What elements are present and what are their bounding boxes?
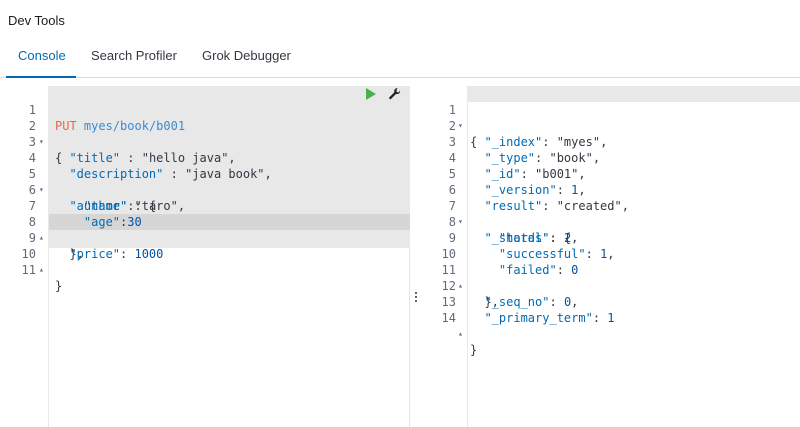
tab-search-profiler[interactable]: Search Profiler (91, 48, 177, 63)
tab-console[interactable]: Console (18, 48, 66, 63)
tab-grok-debugger[interactable]: Grok Debugger (202, 48, 291, 63)
code-line: 1 PUT myes/book/b001 (0, 86, 185, 133)
code-line: 11 (0, 246, 36, 277)
wrench-icon[interactable] (388, 87, 402, 101)
drag-handle-icon[interactable] (412, 290, 420, 310)
code-line: 7 "age":30 (0, 182, 142, 229)
play-icon[interactable] (366, 88, 376, 100)
code-line: 2 "_index": "myes", (424, 102, 608, 149)
code-line: 13 "_primary_term": 1 (424, 278, 615, 325)
request-url: myes/book/b001 (83, 119, 186, 133)
code-line: 5 ▾ "author" : { (0, 150, 156, 213)
fold-arrow-icon[interactable]: ▴ (458, 278, 468, 294)
code-line: 11 ▴ }, (424, 246, 499, 309)
response-viewer[interactable]: 1 ▾ { 2 "_index": "myes", 3 "_type": "bo… (424, 86, 800, 427)
fold-arrow-icon[interactable]: ▴ (458, 326, 468, 342)
code-line: 10 ▴ } (0, 230, 63, 293)
active-tab-indicator (6, 76, 76, 78)
code-line: 9 "price": 1000 (0, 214, 164, 261)
fold-arrow-icon[interactable]: ▾ (39, 182, 49, 198)
tab-bar: Console Search Profiler Grok Debugger (0, 40, 800, 78)
response-highlight (424, 86, 800, 102)
code-line: 5 "_version": 1, (424, 150, 586, 197)
line-number: 14 (441, 311, 456, 325)
code-line: 3 "title" : "hello java", (0, 118, 236, 165)
fold-arrow-icon[interactable]: ▴ (39, 262, 49, 278)
code-line: 1 ▾ { (424, 86, 477, 149)
code-line: 8 "total": 2, (424, 198, 579, 245)
request-editor[interactable]: 1 PUT myes/book/b001 2 ▾ { 3 "title" : "… (0, 86, 410, 427)
fold-arrow-icon[interactable]: ▾ (458, 118, 468, 134)
code-line: 8 ▴ }, (0, 198, 84, 261)
code-line: 4 "description" : "java book", (0, 134, 272, 181)
code-line: 4 "_id": "b001", (424, 134, 586, 181)
code-line: 12 "_seq_no": 0, (424, 262, 579, 309)
code-line: 9 "successful": 1, (424, 214, 615, 261)
http-method: PUT (55, 119, 77, 133)
line-number: 11 (21, 263, 36, 277)
fold-arrow-icon[interactable]: ▴ (39, 230, 49, 246)
code-line: 7 ▾ "_shards": { (424, 182, 571, 245)
code-line: 10 "failed": 0 (424, 230, 579, 277)
code-line: 6 "result": "created", (424, 166, 629, 213)
fold-arrow-icon[interactable]: ▾ (458, 214, 468, 230)
fold-arrow-icon[interactable]: ▾ (39, 134, 49, 150)
app-title: Dev Tools (8, 13, 65, 28)
code-line: 14 ▴ } (424, 294, 478, 357)
code-line: 2 ▾ { (0, 102, 62, 165)
code-line: 3 "_type": "book", (424, 118, 600, 165)
code-line: 6 "name":"taro", (0, 166, 185, 213)
